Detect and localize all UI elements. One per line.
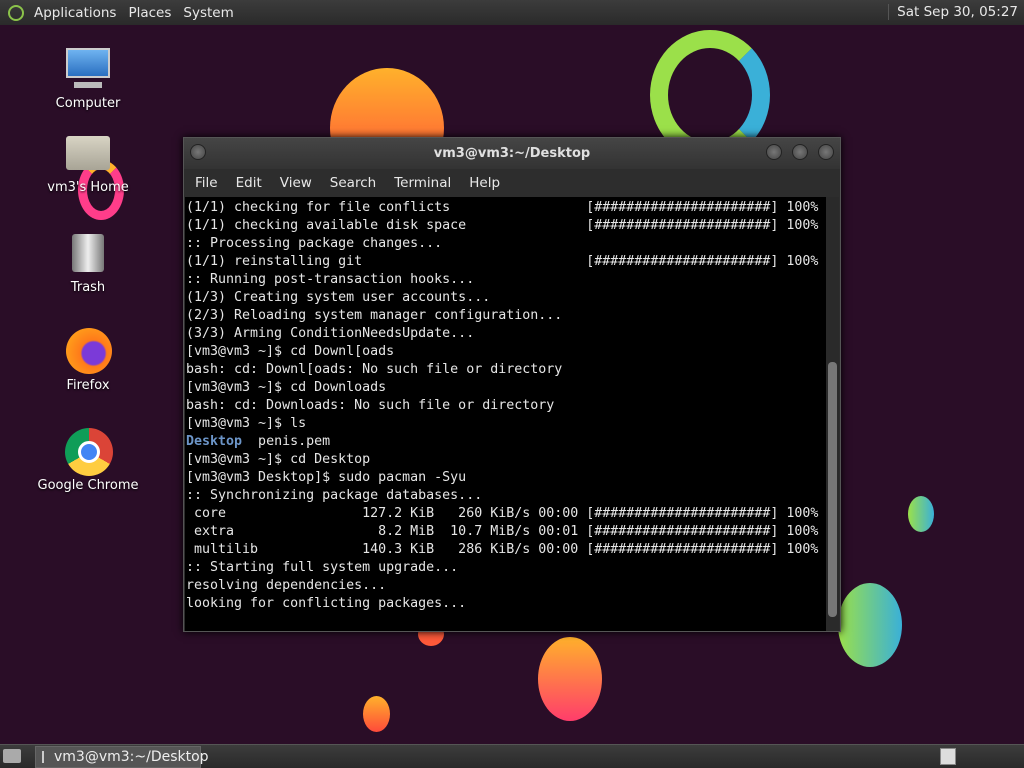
- icon-label: Trash: [70, 280, 106, 295]
- terminal-output[interactable]: (1/1) checking for file conflicts [#####…: [185, 197, 827, 631]
- menu-applications[interactable]: Applications: [28, 5, 122, 21]
- ls-file-entry: penis.pem: [242, 434, 331, 449]
- wallpaper-blob: [908, 496, 934, 532]
- terminal-line: (1/3) Creating system user accounts...: [186, 290, 491, 305]
- maximize-button[interactable]: [792, 144, 808, 160]
- icon-label: Firefox: [66, 378, 110, 393]
- terminal-line: :: Synchronizing package databases...: [186, 488, 483, 503]
- distro-logo-icon[interactable]: [8, 4, 24, 21]
- taskbar-item-terminal[interactable]: vm3@vm3:~/Desktop: [35, 745, 209, 768]
- terminal-line: (2/3) Reloading system manager configura…: [186, 308, 563, 323]
- terminal-line: bash: cd: Downl[oads: No such file or di…: [186, 362, 563, 377]
- wallpaper-blob: [538, 637, 602, 721]
- terminal-line: looking for conflicting packages...: [186, 596, 467, 611]
- menu-system[interactable]: System: [177, 5, 239, 21]
- menu-terminal[interactable]: Terminal: [385, 175, 460, 191]
- clock[interactable]: Sat Sep 30, 05:27: [888, 4, 1018, 20]
- terminal-icon: [42, 750, 44, 763]
- top-panel: Applications Places System Sat Sep 30, 0…: [0, 0, 1024, 25]
- bottom-panel: vm3@vm3:~/Desktop: [0, 744, 1024, 768]
- scrollbar-thumb[interactable]: [828, 362, 837, 617]
- terminal-line: (1/1) checking for file conflicts [#####…: [186, 200, 819, 215]
- terminal-line: bash: cd: Downloads: No such file or dir…: [186, 398, 555, 413]
- firefox-icon: [64, 328, 112, 374]
- computer-icon: [64, 46, 112, 92]
- terminal-line: multilib 140.3 KiB 286 KiB/s 00:00 [####…: [186, 542, 819, 557]
- minimize-button[interactable]: [766, 144, 782, 160]
- terminal-line: [vm3@vm3 ~]$ cd Downl[oads: [186, 344, 395, 359]
- desktop-icon-firefox[interactable]: Firefox: [33, 328, 143, 393]
- menu-help[interactable]: Help: [460, 175, 509, 191]
- window-titlebar[interactable]: vm3@vm3:~/Desktop: [184, 138, 840, 169]
- ls-dir-entry: Desktop: [186, 434, 243, 449]
- terminal-window: vm3@vm3:~/Desktop File Edit View Search …: [183, 137, 841, 632]
- menu-view[interactable]: View: [271, 175, 321, 191]
- terminal-line: Desktop penis.pem: [186, 433, 827, 451]
- taskbar-item-label: vm3@vm3:~/Desktop: [54, 748, 209, 765]
- desktop-icon-home[interactable]: vm3's Home: [33, 130, 143, 195]
- workspace-switcher[interactable]: [940, 748, 956, 765]
- wallpaper-blob: [363, 696, 390, 732]
- terminal-line: resolving dependencies...: [186, 578, 387, 593]
- terminal-line: (3/3) Arming ConditionNeedsUpdate...: [186, 326, 475, 341]
- scrollbar[interactable]: [826, 197, 839, 631]
- terminal-line: core 127.2 KiB 260 KiB/s 00:00 [########…: [186, 506, 819, 521]
- window-menu-button[interactable]: [190, 144, 206, 160]
- menu-file[interactable]: File: [186, 175, 227, 191]
- icon-label: Google Chrome: [37, 478, 139, 493]
- terminal-line: :: Running post-transaction hooks...: [186, 272, 475, 287]
- terminal-line: (1/1) checking available disk space [###…: [186, 218, 819, 233]
- terminal-line: :: Starting full system upgrade...: [186, 560, 459, 575]
- terminal-line: extra 8.2 MiB 10.7 MiB/s 00:01 [########…: [186, 524, 819, 539]
- terminal-line: (1/1) reinstalling git [################…: [186, 254, 819, 269]
- icon-label: vm3's Home: [47, 180, 129, 195]
- trash-icon: [64, 230, 112, 276]
- wallpaper-blob: [838, 583, 902, 667]
- terminal-line: [vm3@vm3 ~]$ cd Desktop: [186, 452, 371, 467]
- terminal-line: [vm3@vm3 ~]$ ls: [186, 416, 307, 431]
- terminal-line: [vm3@vm3 Desktop]$ sudo pacman -Syu: [186, 470, 467, 485]
- window-title: vm3@vm3:~/Desktop: [433, 146, 591, 161]
- menu-places[interactable]: Places: [122, 5, 177, 21]
- desktop-icon-trash[interactable]: Trash: [33, 230, 143, 295]
- terminal-line: :: Processing package changes...: [186, 236, 443, 251]
- desktop-icon-computer[interactable]: Computer: [33, 46, 143, 111]
- desktop-icon-chrome[interactable]: Google Chrome: [33, 428, 143, 493]
- menu-search[interactable]: Search: [321, 175, 385, 191]
- close-button[interactable]: [818, 144, 834, 160]
- menu-edit[interactable]: Edit: [227, 175, 271, 191]
- terminal-menubar: File Edit View Search Terminal Help: [184, 169, 840, 196]
- icon-label: Computer: [55, 96, 121, 111]
- home-folder-icon: [64, 130, 112, 176]
- terminal-line: [vm3@vm3 ~]$ cd Downloads: [186, 380, 387, 395]
- chrome-icon: [64, 428, 113, 476]
- show-desktop-icon[interactable]: [3, 749, 21, 763]
